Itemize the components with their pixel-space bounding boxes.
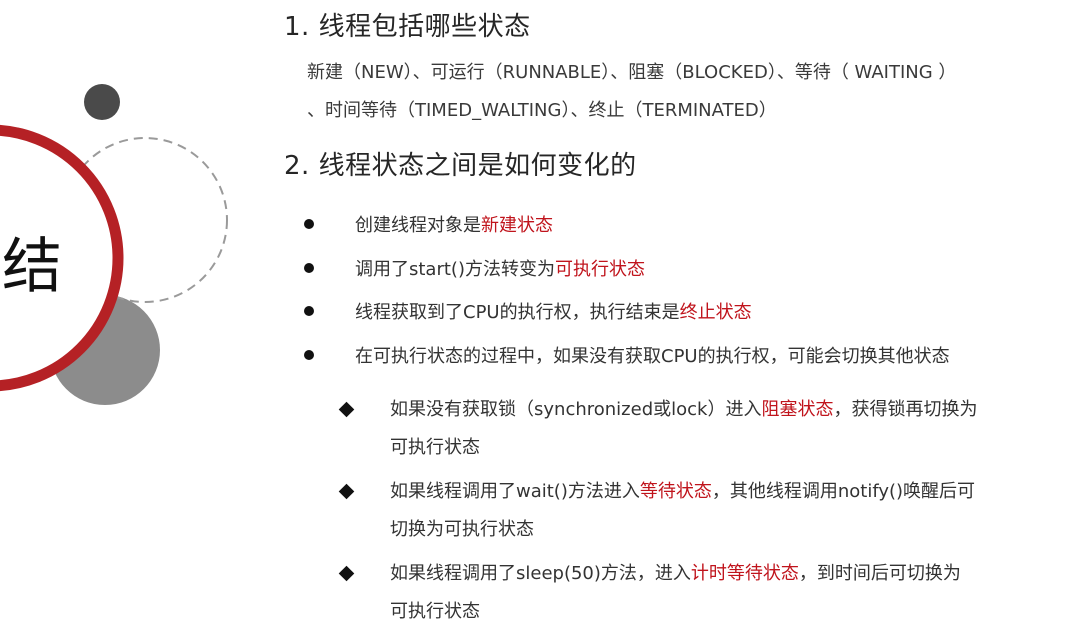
sub-text: ，其他线程调用notify()唤醒后可 — [711, 481, 976, 502]
bullet-item-1: 创建线程对象是新建状态 — [355, 211, 553, 237]
state-highlight: 等待状态 — [639, 481, 712, 502]
diamond-bullet — [338, 483, 355, 500]
bullet-text: 调用了start()方法转变为 — [355, 259, 555, 280]
section2-title: 2. 线程状态之间是如何变化的 — [284, 151, 637, 181]
state-highlight: 计时等待状态 — [690, 563, 799, 584]
sub-text-line2: 切换为可执行状态 — [390, 519, 534, 540]
bullet-item-4: 在可执行状态的过程中，如果没有获取CPU的执行权，可能会切换其他状态 — [355, 342, 950, 368]
sub-item-3: 如果线程调用了sleep(50)方法，进入计时等待状态，到时间后可切换为 可执行… — [390, 555, 1070, 631]
bullet-dot — [304, 306, 314, 316]
sub-text-line2: 可执行状态 — [390, 437, 480, 458]
bullet-text: 线程获取到了CPU的执行权，执行结束是 — [355, 302, 680, 323]
bullet-dot — [304, 219, 314, 229]
bullet-item-3: 线程获取到了CPU的执行权，执行结束是终止状态 — [355, 298, 752, 324]
diamond-bullet — [338, 401, 355, 418]
state-highlight: 终止状态 — [679, 302, 752, 323]
dark-dot — [84, 84, 120, 120]
state-highlight: 可执行状态 — [554, 259, 645, 280]
states-line-2: 、时间等待（TIMED_WALTING）、终止（TERMINATED） — [307, 100, 777, 121]
bullet-text: 在可执行状态的过程中，如果没有获取CPU的执行权，可能会切换其他状态 — [355, 346, 950, 367]
diamond-bullet — [338, 565, 355, 582]
decorative-circles: 结 — [0, 84, 228, 405]
states-line-1: 新建（NEW）、可运行（RUNNABLE）、阻塞（BLOCKED）、等待（ WA… — [307, 62, 957, 83]
sub-item-1: 如果没有获取锁（synchronized或lock）进入阻塞状态，获得锁再切换为… — [390, 391, 1070, 467]
section1-title: 1. 线程包括哪些状态 — [284, 12, 531, 42]
sub-text: 如果没有获取锁（synchronized或lock）进入 — [390, 399, 762, 420]
state-highlight: 新建状态 — [481, 215, 553, 236]
bullet-text: 创建线程对象是 — [355, 215, 481, 236]
sub-text: ，获得锁再切换为 — [833, 399, 978, 420]
side-title: 结 — [2, 232, 62, 302]
state-highlight: 阻塞状态 — [761, 399, 834, 420]
states-list: 新建（NEW）、可运行（RUNNABLE）、阻塞（BLOCKED）、等待（ WA… — [307, 54, 1067, 130]
sub-text-line2: 可执行状态 — [390, 601, 480, 622]
sub-item-2: 如果线程调用了wait()方法进入等待状态，其他线程调用notify()唤醒后可… — [390, 473, 1070, 549]
sub-text: 如果线程调用了sleep(50)方法，进入 — [390, 563, 691, 584]
bullet-dot — [304, 350, 314, 360]
bullet-dot — [304, 263, 314, 273]
bullet-item-2: 调用了start()方法转变为可执行状态 — [355, 255, 645, 281]
sub-text: ，到时间后可切换为 — [798, 563, 961, 584]
sub-text: 如果线程调用了wait()方法进入 — [390, 481, 640, 502]
